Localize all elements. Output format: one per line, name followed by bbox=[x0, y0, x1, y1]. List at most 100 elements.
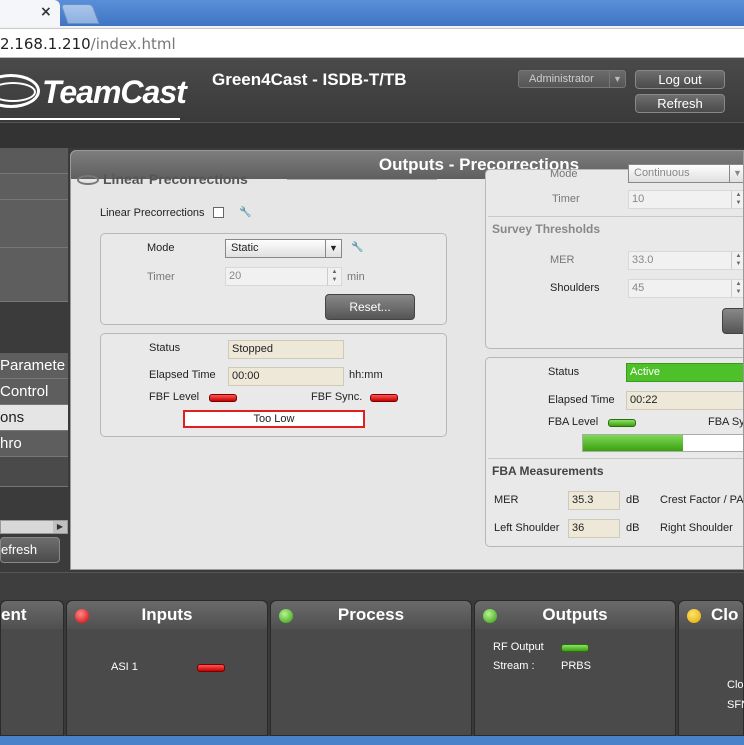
menu-item-precorrections[interactable]: ons bbox=[0, 405, 68, 431]
menu-scrollbar[interactable]: ▶ bbox=[0, 520, 68, 534]
fbf-level-bar: Too Low bbox=[183, 410, 365, 428]
left-menu: Paramete Control ons hro ▶ efresh bbox=[0, 148, 68, 572]
spinner-icon[interactable]: ▲ ▼ bbox=[731, 191, 743, 208]
panel-outputs-title: Outputs bbox=[542, 605, 608, 624]
timer-input[interactable]: 20 ▲ ▼ bbox=[225, 267, 342, 286]
fba-measurements-title: FBA Measurements bbox=[492, 464, 604, 478]
app-header: TeamCast Green4Cast - ISDB-T/TB Administ… bbox=[0, 58, 744, 122]
inputs-asi-led bbox=[197, 664, 225, 672]
menu-item-blank-2[interactable] bbox=[0, 174, 68, 200]
chevron-down-icon[interactable]: ▼ bbox=[609, 71, 625, 87]
chevron-down-icon[interactable]: ▼ bbox=[325, 240, 341, 257]
timer-label: Timer bbox=[147, 271, 175, 283]
scroll-right-icon[interactable]: ▶ bbox=[53, 521, 67, 533]
menu-item-blank-5[interactable] bbox=[0, 457, 68, 487]
panel-process-header: Process bbox=[271, 601, 471, 629]
browser-chrome: × 2.168.1.210/index.html bbox=[0, 0, 744, 62]
divider bbox=[488, 458, 743, 459]
mode-label: Mode bbox=[147, 242, 175, 254]
logout-button[interactable]: Log out bbox=[635, 70, 725, 89]
panel-process[interactable]: Process bbox=[270, 600, 472, 736]
nl-elapsed-label: Elapsed Time bbox=[548, 394, 615, 406]
wrench-icon[interactable]: 🔧 bbox=[239, 207, 251, 218]
panel-outputs[interactable]: Outputs RF Output Stream : PRBS bbox=[474, 600, 676, 736]
linear-mode-box: Mode Static ▼ 🔧 Timer 20 ▲ ▼ min Reset... bbox=[100, 233, 447, 325]
menu-item-synchro[interactable]: hro bbox=[0, 431, 68, 457]
new-tab-button[interactable] bbox=[60, 4, 100, 24]
nl-status-label: Status bbox=[548, 366, 580, 378]
fbf-level-led bbox=[209, 394, 237, 402]
panel-inputs[interactable]: Inputs ASI 1 bbox=[66, 600, 268, 736]
role-select[interactable]: Administrator ▼ bbox=[518, 70, 626, 88]
meas-mer-unit: dB bbox=[626, 494, 640, 506]
fba-level-led bbox=[608, 419, 636, 427]
browser-status-bar bbox=[0, 736, 744, 745]
logo-text: TeamCast bbox=[42, 74, 187, 110]
close-tab-icon[interactable]: × bbox=[40, 4, 52, 20]
outputs-stream-value: PRBS bbox=[561, 660, 591, 672]
mer-threshold-input[interactable]: 33.0 ▲ ▼ bbox=[628, 251, 743, 270]
fbf-level-label: FBF Level bbox=[149, 391, 200, 403]
mode-wrench-icon[interactable]: 🔧 bbox=[351, 242, 363, 253]
reset-button[interactable]: Reset... bbox=[325, 294, 415, 320]
linear-enable-checkbox[interactable] bbox=[213, 207, 224, 218]
url-text[interactable]: 2.168.1.210/index.html bbox=[0, 35, 176, 53]
mode-select[interactable]: Static ▼ bbox=[225, 239, 342, 258]
teamcast-logo: TeamCast bbox=[0, 72, 190, 120]
fba-level-fill bbox=[583, 435, 683, 451]
nl-mode-select[interactable]: Continuous ▼ bbox=[628, 164, 743, 183]
panel-clock-header: Clo bbox=[679, 601, 743, 629]
refresh-button[interactable]: Refresh bbox=[635, 94, 725, 113]
browser-tab[interactable]: × bbox=[0, 0, 60, 26]
menu-item-parameters[interactable]: Paramete bbox=[0, 353, 68, 379]
nl-timer-input[interactable]: 10 ▲ ▼ bbox=[628, 190, 743, 209]
outputs-rf-label: RF Output bbox=[493, 641, 544, 653]
nl-action-button[interactable] bbox=[722, 308, 743, 334]
panel-management[interactable]: ent bbox=[0, 600, 64, 736]
linear-status-box: Status Stopped Elapsed Time 00:00 hh:mm … bbox=[100, 333, 447, 437]
panel-process-title: Process bbox=[337, 605, 405, 624]
menu-item-control[interactable]: Control bbox=[0, 379, 68, 405]
mode-value: Static bbox=[231, 242, 259, 254]
panel-inputs-title: Inputs bbox=[141, 605, 193, 624]
left-shoulder-label: Left Shoulder bbox=[494, 522, 560, 534]
linear-section-title: Linear Precorrections bbox=[77, 171, 248, 187]
url-path: /index.html bbox=[90, 35, 176, 53]
url-host: 2.168.1.210 bbox=[0, 35, 91, 53]
menu-refresh-button[interactable]: efresh bbox=[0, 537, 60, 563]
address-bar[interactable]: 2.168.1.210/index.html bbox=[0, 28, 744, 58]
shoulders-threshold-input[interactable]: 45 ▲ ▼ bbox=[628, 279, 743, 298]
panel-clock[interactable]: Clo Clo SFN bbox=[678, 600, 744, 736]
spinner-icon[interactable]: ▲ ▼ bbox=[731, 280, 743, 297]
menu-item-blank-3[interactable] bbox=[0, 200, 68, 248]
spinner-icon[interactable]: ▲ ▼ bbox=[327, 268, 341, 285]
survey-thresholds-title: Survey Thresholds bbox=[492, 222, 601, 236]
left-shoulder-field: 36 bbox=[568, 519, 620, 538]
fba-sync-label: FBA Sync bbox=[708, 416, 744, 428]
process-status-dot bbox=[279, 609, 293, 623]
chevron-down-icon[interactable]: ▼ bbox=[729, 165, 743, 182]
panel-outputs-header: Outputs bbox=[475, 601, 675, 629]
spinner-icon[interactable]: ▲ ▼ bbox=[731, 252, 743, 269]
menu-item-blank-4[interactable] bbox=[0, 248, 68, 302]
nonlinear-status-box: Status Active Elapsed Time 00:22 FBA Lev… bbox=[485, 357, 744, 547]
collapse-icon[interactable] bbox=[77, 175, 99, 186]
outputs-rf-led bbox=[561, 644, 589, 652]
right-shoulder-label: Right Shoulder bbox=[660, 522, 733, 534]
panel-inputs-header: Inputs bbox=[67, 601, 267, 629]
nl-mode-label: Mode bbox=[550, 168, 578, 180]
nl-elapsed-field: 00:22 bbox=[626, 391, 743, 410]
fba-level-bar bbox=[582, 434, 743, 452]
linear-precorrections-section: Linear Precorrections Linear Precorrecti… bbox=[77, 171, 483, 569]
nl-status-field: Active bbox=[626, 363, 743, 382]
product-title: Green4Cast - ISDB-T/TB bbox=[212, 70, 407, 89]
panel-management-title: ent bbox=[1, 601, 63, 629]
linear-enable-label: Linear Precorrections bbox=[100, 207, 205, 219]
elapsed-label: Elapsed Time bbox=[149, 369, 216, 381]
outputs-status-dot bbox=[483, 609, 497, 623]
mer-threshold-label: MER bbox=[550, 254, 575, 266]
timer-unit: min bbox=[347, 271, 365, 283]
fba-level-label: FBA Level bbox=[548, 416, 599, 428]
menu-item-blank-1[interactable] bbox=[0, 148, 68, 174]
fbf-sync-label: FBF Sync. bbox=[311, 391, 363, 403]
